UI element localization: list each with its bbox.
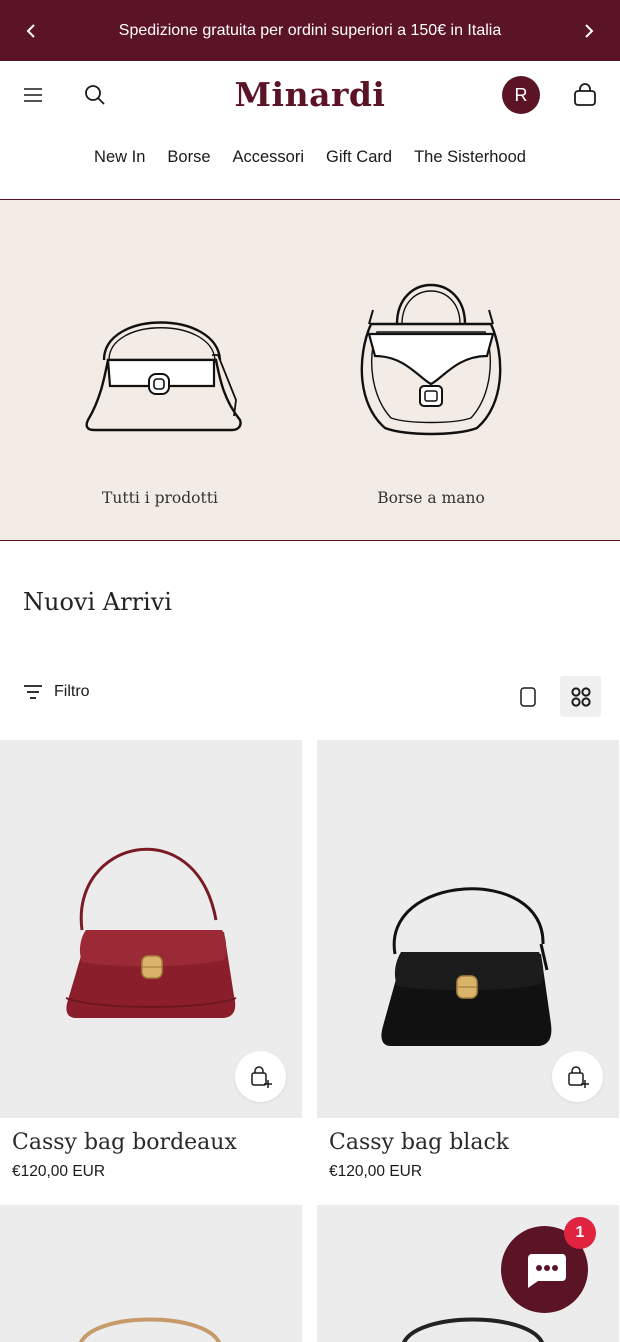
product-price: €120,00 EUR (329, 1163, 423, 1180)
product-image[interactable] (0, 1205, 302, 1342)
product-name[interactable]: Cassy bag bordeaux (12, 1130, 302, 1155)
product-image[interactable] (0, 740, 302, 1118)
announcement-text: Spedizione gratuita per ordini superiori… (118, 21, 502, 39)
tan-bag-handle-image (79, 1317, 221, 1342)
grid-view-icon (570, 686, 591, 707)
nav-item-accessori[interactable]: Accessori (233, 148, 305, 178)
chat-bubble-icon (527, 1253, 566, 1288)
single-view-icon (520, 687, 536, 707)
nav-item-new-in[interactable]: New In (94, 148, 145, 178)
filter-button[interactable]: Filtro (22, 683, 90, 701)
category-handbags[interactable]: Borse a mano (301, 200, 561, 540)
add-to-cart-icon (567, 1065, 589, 1088)
main-navigation: New In Borse Accessori Gift Card The Sis… (0, 148, 620, 178)
single-column-view-button[interactable] (511, 680, 545, 714)
filter-icon (24, 685, 42, 699)
section-title: Nuovi Arrivi (23, 588, 172, 616)
handbag-icon (360, 283, 502, 436)
category-hero: Tutti i prodotti Borse a mano (0, 199, 620, 541)
next-announcement-button[interactable] (560, 0, 616, 61)
category-all-products[interactable]: Tutti i prodotti (30, 200, 290, 540)
black-bag-handle-image (402, 1317, 544, 1342)
account-avatar[interactable]: R (502, 76, 540, 114)
nav-item-the-sisterhood[interactable]: The Sisterhood (414, 148, 526, 178)
product-price: €120,00 EUR (12, 1163, 106, 1180)
category-label: Tutti i prodotti (102, 489, 218, 507)
product-name[interactable]: Cassy bag black (329, 1130, 619, 1155)
shopping-bag-icon (574, 83, 596, 106)
announcement-bar: Spedizione gratuita per ordini superiori… (0, 0, 620, 61)
product-card[interactable]: Cassy bag black €120,00 EUR (317, 740, 619, 1181)
grid-view-button[interactable] (560, 676, 601, 717)
chat-notification-badge: 1 (564, 1217, 596, 1249)
chevron-right-icon (585, 23, 594, 38)
filter-label: Filtro (54, 683, 90, 700)
quick-add-button[interactable] (552, 1051, 603, 1102)
quick-add-button[interactable] (235, 1051, 286, 1102)
nav-item-gift-card[interactable]: Gift Card (326, 148, 392, 178)
chevron-left-icon (26, 23, 35, 38)
product-image[interactable] (317, 740, 619, 1118)
add-to-cart-icon (250, 1065, 272, 1088)
category-label: Borse a mano (377, 489, 485, 507)
cart-button[interactable] (565, 75, 605, 115)
black-bag-image (381, 887, 552, 1046)
nav-item-borse[interactable]: Borse (167, 148, 210, 178)
bordeaux-bag-image (65, 847, 237, 1018)
shoulder-bag-icon (85, 321, 242, 432)
previous-announcement-button[interactable] (4, 0, 60, 61)
product-card[interactable]: Cassy bag bordeaux €120,00 EUR (0, 740, 302, 1181)
